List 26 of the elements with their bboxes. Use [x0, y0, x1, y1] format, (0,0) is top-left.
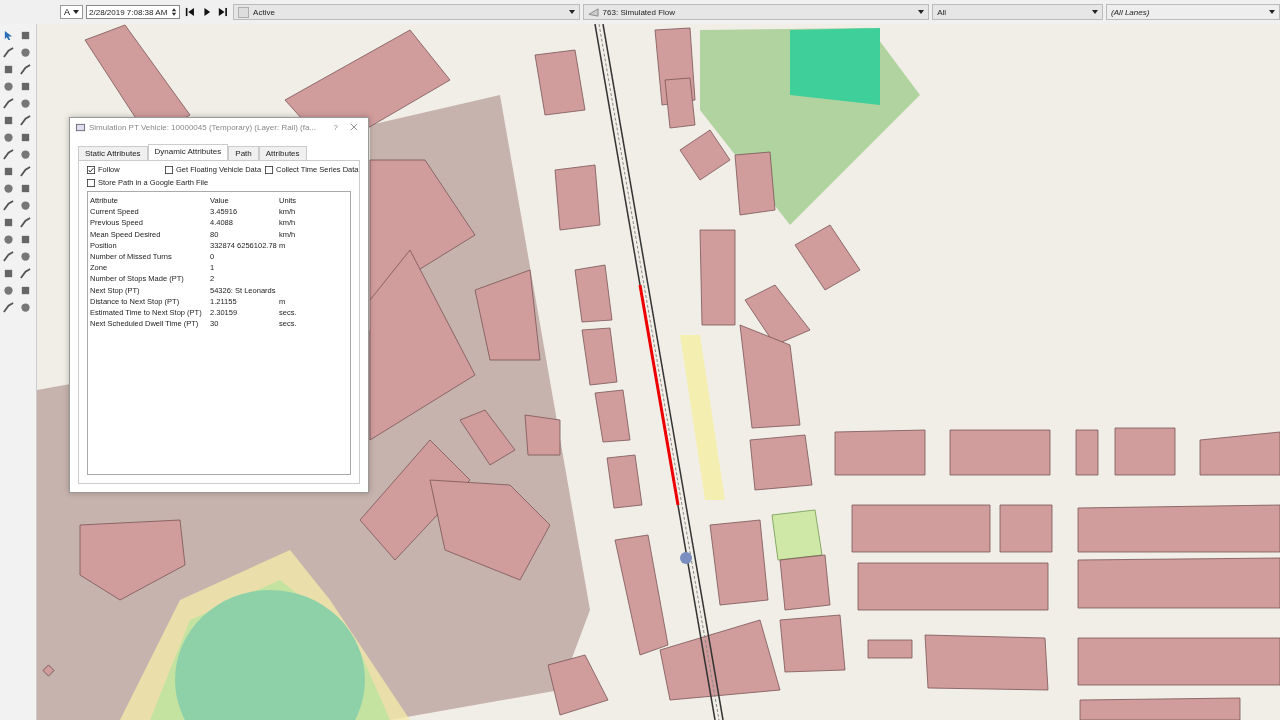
diamond-marker-icon: [42, 664, 55, 677]
checkbox[interactable]: [87, 165, 95, 174]
tab[interactable]: Path: [228, 146, 259, 160]
caret-icon: [73, 10, 79, 14]
play-icon[interactable]: [201, 7, 212, 17]
selection-dropdown[interactable]: All: [932, 4, 1104, 20]
filter-dropdown[interactable]: Active: [233, 4, 580, 20]
tab[interactable]: Attributes: [258, 146, 307, 160]
datetime-field[interactable]: 2/28/2019 7:08:38 AM: [86, 5, 180, 19]
window-icon: [76, 122, 85, 132]
skip-to-end-icon[interactable]: [218, 7, 229, 17]
pointer-icon[interactable]: [3, 30, 14, 41]
layer-icon: [238, 6, 250, 18]
tab[interactable]: Static Attributes: [78, 146, 148, 160]
window-title: Simulation PT Vehicle: 10000045 (Temporary) (Layer: Rail) (fa...: [89, 122, 318, 132]
close-icon[interactable]: [350, 123, 358, 131]
help-button[interactable]: ?: [325, 122, 346, 132]
tab[interactable]: Dynamic Attributes: [147, 144, 229, 160]
checkbox[interactable]: [265, 165, 273, 174]
flow-dropdown[interactable]: 763: Simulated Flow: [582, 4, 930, 20]
skip-to-start-icon[interactable]: [184, 7, 195, 17]
lanes-dropdown[interactable]: (All Lanes): [1106, 4, 1280, 20]
checkbox[interactable]: [87, 178, 95, 187]
lane-mode-dropdown[interactable]: A: [60, 5, 83, 19]
checkbox[interactable]: [165, 165, 173, 174]
spinner-icon: [170, 7, 177, 17]
